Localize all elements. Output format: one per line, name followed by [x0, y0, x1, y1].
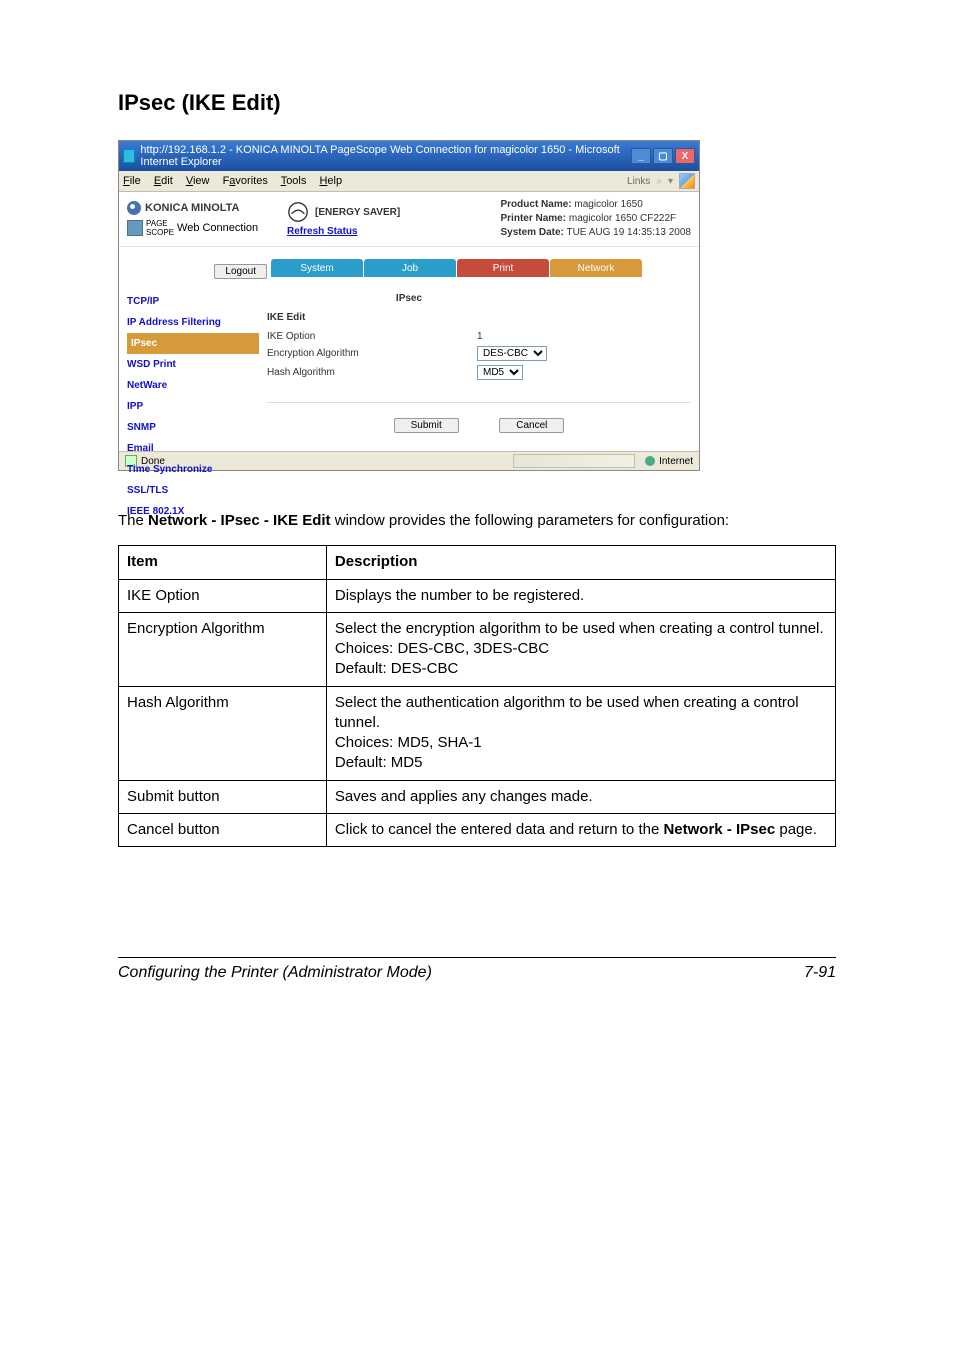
- encryption-algorithm-label: Encryption Algorithm: [267, 348, 477, 359]
- cell-desc: Select the encryption algorithm to be us…: [326, 612, 835, 686]
- links-dropdown-icon[interactable]: ▾: [668, 176, 673, 187]
- nav-time-sync[interactable]: Time Synchronize: [127, 459, 259, 480]
- menu-favorites[interactable]: Favorites: [223, 175, 268, 187]
- footer-section-title: Configuring the Printer (Administrator M…: [118, 964, 432, 982]
- encryption-algorithm-select[interactable]: DES-CBC: [477, 346, 547, 361]
- maximize-button[interactable]: ▢: [653, 148, 673, 164]
- ie-icon: [123, 149, 135, 163]
- tab-job[interactable]: Job: [364, 259, 456, 277]
- nav-ipsec[interactable]: IPsec: [127, 333, 259, 354]
- table-row: Cancel button Click to cancel the entere…: [119, 813, 836, 846]
- hash-algorithm-label: Hash Algorithm: [267, 367, 477, 378]
- nav-wsd-print[interactable]: WSD Print: [127, 354, 259, 375]
- nav-ipp[interactable]: IPP: [127, 396, 259, 417]
- menu-file[interactable]: File: [123, 175, 141, 187]
- panel-title: IKE Edit: [267, 312, 691, 323]
- status-progress-zone: [513, 454, 635, 468]
- logout-button[interactable]: Logout: [214, 264, 267, 279]
- page-footer: Configuring the Printer (Administrator M…: [118, 957, 836, 982]
- pagescope-logo: PAGESCOPE Web Connection: [127, 219, 258, 237]
- col-header-item: Item: [119, 546, 327, 579]
- refresh-status-link[interactable]: Refresh Status: [287, 226, 358, 237]
- menu-help[interactable]: Help: [319, 175, 342, 187]
- close-button[interactable]: X: [675, 148, 695, 164]
- cell-desc: Saves and applies any changes made.: [326, 780, 835, 813]
- submit-button[interactable]: Submit: [394, 418, 459, 433]
- cell-desc: Click to cancel the entered data and ret…: [326, 813, 835, 846]
- table-row: Encryption Algorithm Select the encrypti…: [119, 612, 836, 686]
- cell-item: Submit button: [119, 780, 327, 813]
- cell-desc: Displays the number to be registered.: [326, 579, 835, 612]
- tab-system[interactable]: System: [271, 259, 363, 277]
- internet-zone-text: Internet: [659, 456, 693, 467]
- nav-snmp[interactable]: SNMP: [127, 417, 259, 438]
- cell-desc: Select the authentication algorithm to b…: [326, 686, 835, 780]
- app-header: KONICA MINOLTA PAGESCOPE Web Connection …: [119, 192, 699, 247]
- nav-email[interactable]: Email: [127, 438, 259, 459]
- col-header-description: Description: [326, 546, 835, 579]
- cell-item: IKE Option: [119, 579, 327, 612]
- menu-tools[interactable]: Tools: [281, 175, 307, 187]
- browser-window: http://192.168.1.2 - KONICA MINOLTA Page…: [118, 140, 700, 471]
- cell-item: Hash Algorithm: [119, 686, 327, 780]
- nav-tcpip[interactable]: TCP/IP: [127, 291, 259, 312]
- hash-algorithm-select[interactable]: MD5: [477, 365, 523, 380]
- pagescope-icon: [127, 220, 143, 236]
- table-row: Hash Algorithm Select the authentication…: [119, 686, 836, 780]
- menu-view[interactable]: View: [186, 175, 210, 187]
- energy-saver-icon: [287, 201, 309, 223]
- energy-saver-label: [ENERGY SAVER]: [315, 207, 400, 218]
- konica-minolta-logo: KONICA MINOLTA: [127, 201, 240, 215]
- sidebar-nav: TCP/IP IP Address Filtering IPsec WSD Pr…: [127, 291, 259, 522]
- minimize-button[interactable]: _: [631, 148, 651, 164]
- cancel-button[interactable]: Cancel: [499, 418, 564, 433]
- section-heading: IPsec (IKE Edit): [118, 90, 836, 116]
- tab-network[interactable]: Network: [550, 259, 642, 277]
- parameter-table: Item Description IKE Option Displays the…: [118, 545, 836, 847]
- ike-option-label: IKE Option: [267, 331, 477, 342]
- window-controls: _ ▢ X: [629, 148, 695, 164]
- window-title: http://192.168.1.2 - KONICA MINOLTA Page…: [140, 144, 629, 168]
- footer-page-number: 7-91: [804, 964, 836, 982]
- titlebar: http://192.168.1.2 - KONICA MINOLTA Page…: [119, 141, 699, 171]
- nav-netware[interactable]: NetWare: [127, 375, 259, 396]
- nav-ip-filtering[interactable]: IP Address Filtering: [127, 312, 259, 333]
- menubar: File Edit View Favorites Tools Help Link…: [119, 171, 699, 192]
- ie-flag-icon: [679, 173, 695, 189]
- tab-print[interactable]: Print: [457, 259, 549, 277]
- menu-edit[interactable]: Edit: [154, 175, 173, 187]
- nav-ieee8021x[interactable]: IEEE 802.1X: [127, 501, 259, 522]
- links-label[interactable]: Links: [627, 176, 650, 187]
- table-row: IKE Option Displays the number to be reg…: [119, 579, 836, 612]
- nav-ssl-tls[interactable]: SSL/TLS: [127, 480, 259, 501]
- device-info: Product Name: magicolor 1650 Printer Nam…: [501, 198, 692, 240]
- ike-option-value: 1: [477, 331, 483, 342]
- cell-item: Encryption Algorithm: [119, 612, 327, 686]
- table-row: Submit button Saves and applies any chan…: [119, 780, 836, 813]
- menu-items: File Edit View Favorites Tools Help: [123, 175, 352, 187]
- internet-zone-icon: [645, 456, 655, 466]
- main-panel: IKE Edit IKE Option 1 Encryption Algorit…: [267, 312, 691, 433]
- cell-item: Cancel button: [119, 813, 327, 846]
